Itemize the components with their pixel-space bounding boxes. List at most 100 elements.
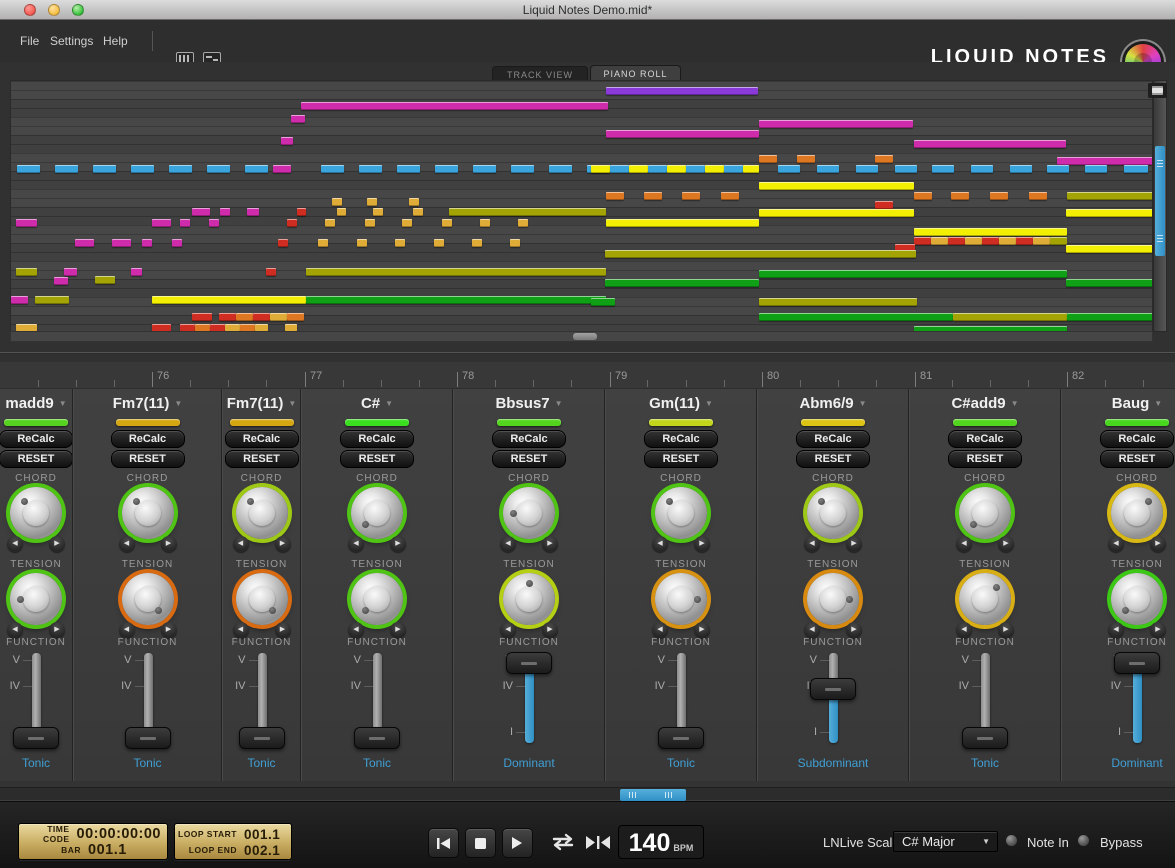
midi-note[interactable] xyxy=(325,219,335,227)
recalc-button[interactable]: ReCalc xyxy=(1100,430,1174,448)
arrow-left-icon[interactable]: ◀ xyxy=(119,622,135,638)
midi-note[interactable] xyxy=(932,165,954,173)
midi-note[interactable] xyxy=(606,87,758,95)
reset-button[interactable]: RESET xyxy=(492,450,566,468)
midi-note[interactable] xyxy=(705,165,724,173)
midi-note[interactable] xyxy=(875,155,893,163)
midi-note[interactable] xyxy=(914,140,1066,148)
midi-note[interactable] xyxy=(965,237,982,245)
midi-note[interactable] xyxy=(318,239,328,247)
arrow-right-icon[interactable]: ▶ xyxy=(49,622,65,638)
function-slider[interactable]: VIVI xyxy=(910,651,1060,763)
reset-button[interactable]: RESET xyxy=(644,450,718,468)
arrow-left-icon[interactable]: ◀ xyxy=(7,622,23,638)
tension-knob[interactable] xyxy=(10,573,62,625)
arrow-left-icon[interactable]: ◀ xyxy=(119,536,135,552)
midi-note[interactable] xyxy=(1010,165,1032,173)
tension-knob[interactable] xyxy=(503,573,555,625)
midi-note[interactable] xyxy=(93,165,116,173)
midi-note[interactable] xyxy=(35,296,69,304)
midi-note[interactable] xyxy=(951,192,969,200)
midi-note[interactable] xyxy=(75,239,94,247)
midi-note[interactable] xyxy=(365,219,375,227)
midi-note[interactable] xyxy=(306,268,606,276)
chord-name[interactable]: Fm7(11)▼ xyxy=(223,395,300,412)
arrow-left-icon[interactable]: ◀ xyxy=(7,536,23,552)
midi-note[interactable] xyxy=(11,296,28,304)
tension-knob[interactable] xyxy=(351,573,403,625)
chord-dropdown-icon[interactable]: ▼ xyxy=(59,399,67,408)
midi-note[interactable] xyxy=(914,237,931,245)
midi-note[interactable] xyxy=(278,239,288,247)
chord-dropdown-icon[interactable]: ▼ xyxy=(288,399,296,408)
tension-knob[interactable] xyxy=(807,573,859,625)
chord-knob[interactable] xyxy=(122,487,174,539)
midi-note[interactable] xyxy=(605,279,759,287)
arrow-right-icon[interactable]: ▶ xyxy=(998,536,1014,552)
recalc-button[interactable]: ReCalc xyxy=(111,430,185,448)
midi-note[interactable] xyxy=(759,120,913,128)
midi-note[interactable] xyxy=(778,165,800,173)
midi-note[interactable] xyxy=(797,155,815,163)
chord-name[interactable]: C#▼ xyxy=(302,395,452,412)
midi-note[interactable] xyxy=(1016,237,1033,245)
slider-handle[interactable] xyxy=(1114,652,1160,674)
midi-note[interactable] xyxy=(245,165,268,173)
arrow-left-icon[interactable]: ◀ xyxy=(1108,536,1124,552)
stop-button[interactable] xyxy=(465,828,496,858)
tension-knob[interactable] xyxy=(236,573,288,625)
midi-note[interactable] xyxy=(1050,237,1067,245)
tension-knob[interactable] xyxy=(1111,573,1163,625)
menu-settings[interactable]: Settings xyxy=(50,34,93,48)
chord-name[interactable]: Abm6/9▼ xyxy=(758,395,908,412)
chord-dropdown-icon[interactable]: ▼ xyxy=(859,399,867,408)
arrow-left-icon[interactable]: ◀ xyxy=(652,622,668,638)
midi-note[interactable] xyxy=(207,165,230,173)
midi-note[interactable] xyxy=(409,198,419,206)
arrow-left-icon[interactable]: ◀ xyxy=(1108,622,1124,638)
bar-ruler[interactable]: 76777879808182 xyxy=(0,362,1175,389)
arrow-left-icon[interactable]: ◀ xyxy=(500,622,516,638)
midi-note[interactable] xyxy=(142,239,152,247)
vertical-scrollbar[interactable] xyxy=(1153,80,1167,332)
bpm-display[interactable]: 140 BPM xyxy=(618,825,704,859)
chord-knob[interactable] xyxy=(10,487,62,539)
recalc-button[interactable]: ReCalc xyxy=(340,430,414,448)
arrow-left-icon[interactable]: ◀ xyxy=(804,536,820,552)
midi-note[interactable] xyxy=(131,268,142,276)
midi-note[interactable] xyxy=(990,192,1008,200)
midi-note[interactable] xyxy=(1033,237,1050,245)
note-in-led[interactable] xyxy=(1005,834,1018,847)
midi-note[interactable] xyxy=(402,219,412,227)
midi-note[interactable] xyxy=(449,208,606,216)
arrow-right-icon[interactable]: ▶ xyxy=(694,622,710,638)
function-slider[interactable]: VIVI xyxy=(758,651,908,763)
arrow-left-icon[interactable]: ◀ xyxy=(348,536,364,552)
midi-note[interactable] xyxy=(591,165,610,173)
reset-button[interactable]: RESET xyxy=(796,450,870,468)
midi-note[interactable] xyxy=(914,228,1067,236)
midi-note[interactable] xyxy=(397,165,420,173)
chord-knob[interactable] xyxy=(1111,487,1163,539)
midi-note[interactable] xyxy=(359,165,382,173)
midi-note[interactable] xyxy=(982,237,999,245)
midi-note[interactable] xyxy=(1066,279,1153,287)
vertical-scrollbar-thumb[interactable] xyxy=(1155,146,1165,256)
chord-dropdown-icon[interactable]: ▼ xyxy=(1011,399,1019,408)
midi-note[interactable] xyxy=(112,239,131,247)
midi-note[interactable] xyxy=(172,239,182,247)
midi-note[interactable] xyxy=(686,165,705,173)
slider-handle[interactable] xyxy=(506,652,552,674)
midi-note[interactable] xyxy=(606,130,759,138)
reset-button[interactable]: RESET xyxy=(948,450,1022,468)
horizontal-scrollbar-thumb[interactable] xyxy=(573,333,597,340)
arrow-right-icon[interactable]: ▶ xyxy=(161,622,177,638)
arrow-right-icon[interactable]: ▶ xyxy=(694,536,710,552)
midi-note[interactable] xyxy=(273,165,291,173)
midi-note[interactable] xyxy=(644,192,662,200)
play-button[interactable] xyxy=(502,828,533,858)
arrow-right-icon[interactable]: ▶ xyxy=(49,536,65,552)
midi-note[interactable] xyxy=(518,219,528,227)
midi-note[interactable] xyxy=(759,298,917,306)
midi-note[interactable] xyxy=(549,165,572,173)
